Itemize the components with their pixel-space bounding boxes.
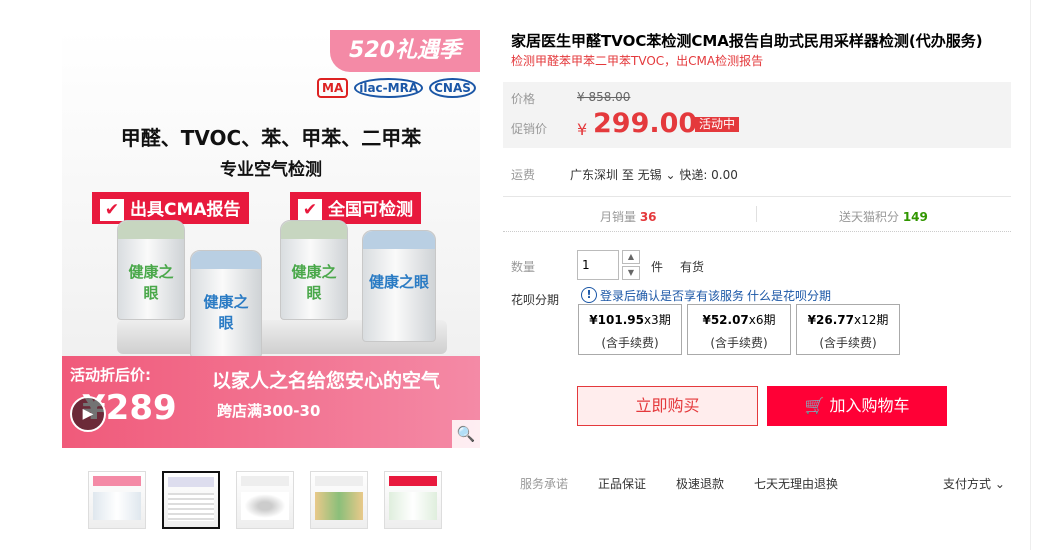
freight-label: 运费 [511,168,536,182]
thumbnail-strip [88,471,442,529]
thumbnail[interactable] [88,471,146,529]
image-headline: 甲醛、TVOC、苯、甲苯、二甲苯 [120,126,422,150]
price-box: 价格 ¥ 858.00 促销价 ¥ 299.00 活动中 [503,82,1011,148]
cma-logo: MA [317,78,349,98]
service-promises: 服务承诺 正品保证 极速退款 七天无理由退换 [520,475,838,492]
thumbnail[interactable] [384,471,442,529]
thumbnail[interactable] [310,471,368,529]
stock-status: 有货 [680,260,705,274]
original-price-label: 价格 [511,92,536,106]
promo-badge: 520礼遇季 [330,30,480,72]
sampler-can: 健康之眼 [190,250,262,358]
promo-price-label: 促销价 [511,122,548,136]
ilac-logo: ilac-MRA [354,78,424,98]
play-video-icon[interactable]: ▶ [70,396,106,432]
installment-option-12[interactable]: ¥26.77x12期 (含手续费) [796,304,900,355]
zoom-icon[interactable]: 🔍 [452,420,480,448]
buy-now-button[interactable]: 立即购买 [577,386,758,426]
huabei-help-link[interactable]: 什么是花呗分期 [747,287,831,304]
quantity-input[interactable] [577,250,619,280]
service-label: 服务承诺 [520,477,569,491]
original-price: ¥ 858.00 [577,90,631,104]
service-item[interactable]: 正品保证 [598,475,646,492]
sampler-can: 健康之眼 [280,220,348,320]
monthly-sales: 月销量 36 [600,210,657,224]
cross-store-discount: 跨店满300-30 [217,402,321,420]
service-item[interactable]: 七天无理由退换 [754,475,838,492]
check-icon: ✔ [100,199,124,221]
huabei-label: 花呗分期 [511,293,560,307]
promo-banner: 活动折后价: ¥289 以家人之名给您安心的空气 跨店满300-30 [62,356,480,448]
divider [756,206,757,222]
quantity-increase-button[interactable]: ▲ [622,250,640,264]
promo-price-label: 活动折后价: [70,366,151,384]
quantity-unit: 件 [651,260,664,274]
payment-methods-dropdown[interactable]: 支付方式 ⌄ [943,475,1005,492]
thumbnail[interactable] [236,471,294,529]
promo-price-value: 299.00 [593,108,698,139]
right-divider [1030,0,1031,550]
installment-option-6[interactable]: ¥52.07x6期 (含手续费) [687,304,791,355]
slogan: 以家人之名给您安心的空气 [212,370,441,392]
cnas-logo: CNAS [429,78,476,98]
product-title: 家居医生甲醛TVOC苯检测CMA报告自助式民用采样器检测(代办服务) [511,32,983,50]
check-icon: ✔ [298,199,322,221]
cert-logos: MA ilac-MRA CNAS [317,78,476,98]
sampler-can: 健康之眼 [117,220,185,320]
installment-option-3[interactable]: ¥101.95x3期 (含手续费) [578,304,682,355]
product-main-image[interactable]: 520礼遇季 MA ilac-MRA CNAS 甲醛、TVOC、苯、甲苯、二甲苯… [62,30,480,448]
info-icon: ! [581,287,597,303]
thumbnail-active[interactable] [162,471,220,529]
sampler-can: 健康之眼 [362,230,436,342]
image-subheadline: 专业空气检测 [220,160,322,180]
cart-icon: 🛒 [804,396,825,415]
quantity-decrease-button[interactable]: ▼ [622,266,640,280]
event-badge: 活动中 [695,117,740,132]
currency-symbol: ¥ [577,120,588,139]
freight-destination-select[interactable]: 广东深圳 至 无锡 ⌄ 快递: 0.00 [570,166,738,183]
huabei-login-note[interactable]: 登录后确认是否享有该服务 [600,287,744,304]
product-subtitle: 检测甲醛苯甲苯二甲苯TVOC，出CMA检测报告 [511,54,764,68]
quantity-label: 数量 [511,260,536,274]
service-item[interactable]: 极速退款 [676,475,724,492]
sales-stats: 月销量 36 送天猫积分 149 [503,196,1011,232]
add-to-cart-button[interactable]: 🛒 加入购物车 [767,386,947,426]
tmall-points: 送天猫积分 149 [839,210,928,224]
